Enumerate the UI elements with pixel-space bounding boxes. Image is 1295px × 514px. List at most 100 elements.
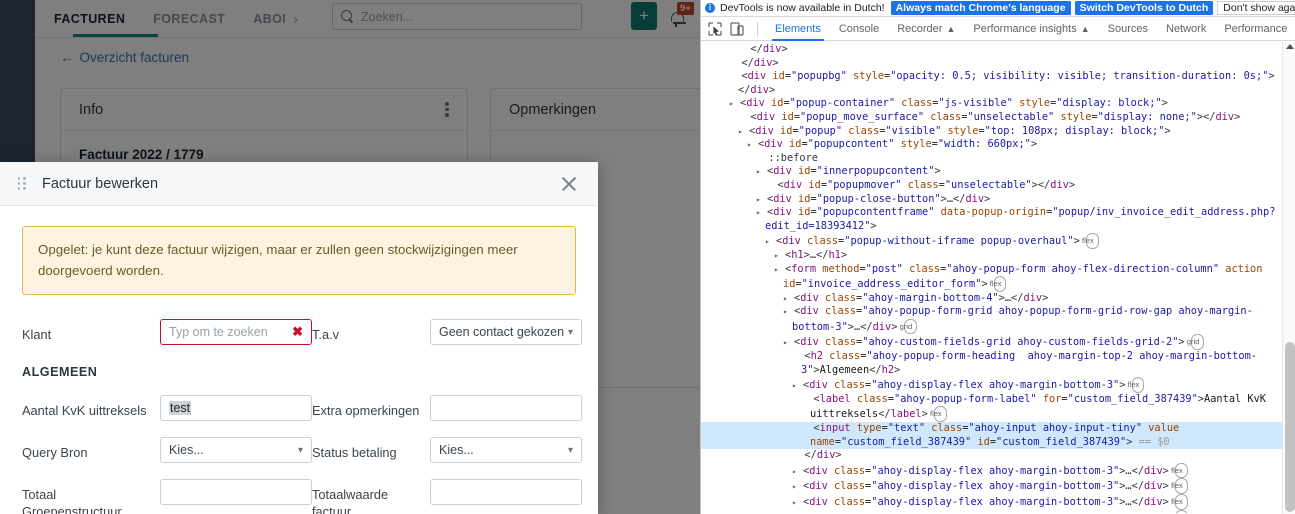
- dom-tree[interactable]: </div> </div> <div id="popupbg" style="o…: [701, 41, 1295, 513]
- aantal-kvk-input[interactable]: test: [160, 395, 312, 422]
- label-query-bron: Query Bron: [22, 445, 88, 461]
- dom-tree-scrollbar[interactable]: [1282, 42, 1295, 514]
- dom-line[interactable]: ▸ <div id="innerpopupcontent">: [701, 165, 1295, 179]
- inspect-element-icon[interactable]: [705, 19, 725, 39]
- dom-line[interactable]: ▸ <div id="popup-close-button">…</div>: [701, 193, 1295, 207]
- klant-placeholder: Typ om te zoeken: [169, 325, 268, 340]
- dom-line[interactable]: <h2 class="ahoy-popup-form-heading ahoy-…: [701, 350, 1295, 377]
- tav-select[interactable]: Geen contact gekozen ▾: [430, 319, 582, 346]
- expand-triangle-icon[interactable]: ▸: [783, 307, 788, 316]
- klant-input[interactable]: Typ om te zoeken ✖: [160, 319, 312, 346]
- dom-line[interactable]: ▸ <div class="ahoy-display-flex ahoy-mar…: [701, 478, 1295, 494]
- banner-message: DevTools is now available in Dutch!: [720, 2, 885, 14]
- toolbar-divider: [757, 21, 758, 36]
- inspect-glyph: [708, 21, 722, 36]
- chevron-down-icon: ▾: [567, 444, 573, 456]
- expand-triangle-icon[interactable]: ▸: [792, 498, 797, 507]
- dom-line[interactable]: <div id="popupmover" class="unselectable…: [701, 179, 1295, 193]
- expand-triangle-icon[interactable]: ▸: [792, 482, 797, 491]
- expand-triangle-icon[interactable]: ▸: [792, 381, 797, 390]
- dom-line[interactable]: <label class="ahoy-popup-form-label" for…: [701, 393, 1295, 423]
- dom-line[interactable]: </div>: [701, 449, 1295, 463]
- dom-line-selected[interactable]: <input type="text" class="ahoy-input aho…: [701, 422, 1295, 450]
- expand-triangle-icon[interactable]: ▸: [792, 467, 797, 476]
- dom-line[interactable]: ▸ <div class="ahoy-display-flex ahoy-mar…: [701, 377, 1295, 393]
- switch-to-dutch-button[interactable]: Switch DevTools to Dutch: [1074, 1, 1214, 15]
- expand-triangle-icon[interactable]: ▸: [756, 208, 761, 217]
- tab-recorder-label: Recorder: [897, 22, 943, 35]
- clear-icon[interactable]: ✖: [292, 324, 303, 340]
- label-tav: T.a.v: [312, 327, 340, 343]
- field-aantal-kvk-cell: test: [160, 395, 312, 437]
- scrollbar-thumb[interactable]: [1284, 342, 1295, 512]
- tab-sources[interactable]: Sources: [1099, 17, 1157, 41]
- dom-line[interactable]: <div id="popupbg" style="opacity: 0.5; v…: [701, 70, 1295, 97]
- expand-triangle-icon[interactable]: ▸: [756, 195, 761, 204]
- totaal-groepenstructuur-input[interactable]: [160, 479, 312, 506]
- always-match-language-button[interactable]: Always match Chrome's language: [890, 1, 1071, 15]
- devtools-tabbar: Elements Console Recorder ▲ Performance i…: [701, 17, 1295, 41]
- tab-network[interactable]: Network: [1157, 17, 1215, 41]
- expand-triangle-icon[interactable]: ▸: [774, 265, 779, 274]
- chevron-down-icon: ▾: [567, 326, 573, 338]
- devtools-language-banner: i DevTools is now available in Dutch! Al…: [701, 0, 1295, 17]
- dom-line[interactable]: ▸ <div id="popup" class="visible" style=…: [701, 125, 1295, 139]
- chevron-down-icon: ▾: [297, 444, 303, 456]
- dom-line[interactable]: ::before: [701, 152, 1295, 166]
- totaalwaarde-factuur-input[interactable]: [430, 479, 582, 506]
- label-extra-opmerkingen: Extra opmerkingen: [312, 403, 420, 419]
- expand-triangle-icon[interactable]: ▸: [783, 294, 788, 303]
- dom-line[interactable]: ▸ <div class="ahoy-margin-bottom-4">…</d…: [701, 292, 1295, 306]
- label-totaal-groepenstructuur: Totaal Groepenstructuur: [22, 487, 122, 514]
- device-glyph: [730, 21, 744, 36]
- tab-elements[interactable]: Elements: [766, 17, 830, 41]
- dom-line[interactable]: ▸ <div class="ahoy-popup-form-grid ahoy-…: [701, 305, 1295, 335]
- drag-dots-icon[interactable]: [18, 177, 28, 190]
- dom-line[interactable]: ▸ <div id="popupcontent" style="width: 6…: [701, 138, 1295, 152]
- expand-triangle-icon[interactable]: ▸: [738, 127, 743, 136]
- close-icon[interactable]: [558, 173, 580, 195]
- tab-console[interactable]: Console: [830, 17, 888, 41]
- info-icon: i: [705, 3, 715, 13]
- dom-line[interactable]: </div>: [701, 43, 1295, 57]
- expand-triangle-icon[interactable]: ▸: [729, 99, 734, 108]
- aantal-kvk-value: test: [169, 401, 192, 416]
- status-betaling-select[interactable]: Kies... ▾: [430, 437, 582, 464]
- expand-triangle-icon[interactable]: ▸: [783, 338, 788, 347]
- dom-line[interactable]: ▸ <div class="ahoy-custom-fields-grid ah…: [701, 334, 1295, 351]
- dom-line[interactable]: ▸ <form method="post" class="ahoy-popup-…: [701, 263, 1295, 292]
- screen: FACTUREN FORECAST ABON › Zoeken... + 9+: [0, 0, 1295, 514]
- dom-line[interactable]: ▸ <h1>…</h1>: [701, 249, 1295, 263]
- warning-icon: ▲: [946, 23, 956, 34]
- dom-line[interactable]: ▸ <div id="popupcontentframe" data-popup…: [701, 206, 1295, 233]
- expand-triangle-icon[interactable]: ▸: [756, 167, 761, 176]
- extra-opmerkingen-input[interactable]: [430, 395, 582, 422]
- label-totaalwaarde-factuur: Totaalwaarde factuur: [312, 487, 389, 514]
- field-totaalwaarde-factuur-cell: [430, 479, 582, 514]
- dom-line[interactable]: ▸ <div id="popup-container" class="js-vi…: [701, 97, 1295, 111]
- dom-line[interactable]: ▸ <div class="ahoy-display-flex ahoy-mar…: [701, 462, 1295, 479]
- query-bron-select[interactable]: Kies... ▾: [160, 437, 312, 464]
- expand-triangle-icon[interactable]: ▸: [774, 251, 779, 260]
- dont-show-again-button[interactable]: Don't show again: [1217, 1, 1295, 15]
- expand-triangle-icon[interactable]: ▸: [765, 237, 770, 246]
- tab-recorder[interactable]: Recorder ▲: [888, 17, 964, 41]
- expand-triangle-icon[interactable]: ▸: [747, 140, 752, 149]
- dom-line[interactable]: <div id="popup_move_surface" class="unse…: [701, 111, 1295, 125]
- warning-alert: Opgelet: je kunt deze factuur wijzigen, …: [22, 226, 576, 296]
- modal-title: Factuur bewerken: [42, 175, 159, 192]
- dom-line[interactable]: ▸ <div class="popup-without-iframe popup…: [701, 233, 1295, 249]
- dom-line[interactable]: ▸ <div class="ahoy-display-flex ahoy-mar…: [701, 494, 1295, 510]
- modal-header: Factuur bewerken: [0, 162, 598, 206]
- status-betaling-value: Kies...: [439, 443, 474, 458]
- dom-line[interactable]: ▸ <div class="ahoy-display-flex ahoy-mar…: [701, 509, 1295, 513]
- query-bron-value: Kies...: [169, 443, 204, 458]
- field-tav-cell: Geen contact gekozen ▾: [430, 319, 582, 361]
- edit-invoice-modal: Factuur bewerken Opgelet: je kunt deze f…: [0, 162, 598, 514]
- label-aantal-kvk: Aantal KvK uittreksels: [22, 403, 147, 419]
- scroll-up-arrow-icon[interactable]: [1286, 44, 1294, 49]
- device-toolbar-icon[interactable]: [727, 19, 747, 39]
- tab-performance[interactable]: Performance: [1215, 17, 1295, 41]
- dom-line[interactable]: </div>: [701, 57, 1295, 71]
- tab-performance-insights[interactable]: Performance insights ▲: [964, 17, 1098, 41]
